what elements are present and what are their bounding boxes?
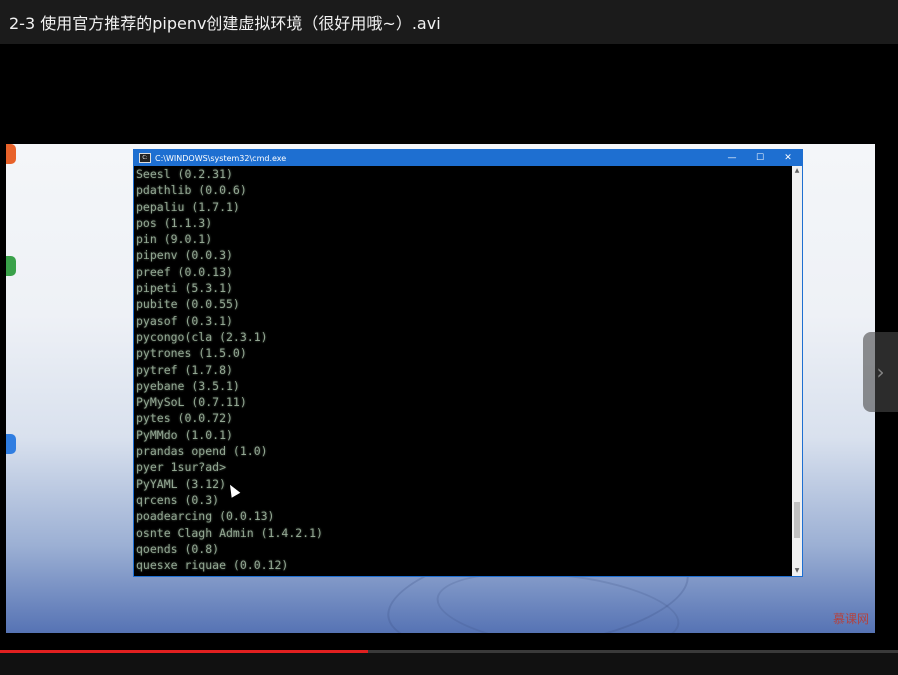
video-frame: C: C:\WINDOWS\system32\cmd.exe — ☐ ✕ See… — [6, 144, 875, 633]
cmd-line: Seesl (0.2.31) — [136, 167, 233, 181]
cmd-line: pyasof (0.3.1) — [136, 313, 233, 328]
video-player[interactable]: C: C:\WINDOWS\system32\cmd.exe — ☐ ✕ See… — [0, 44, 898, 652]
desktop-app-icon — [6, 144, 16, 164]
minimize-button[interactable]: — — [718, 150, 746, 166]
cmd-line: pipenv (0.0.3) — [136, 248, 233, 263]
watermark: 慕课网 — [832, 612, 869, 626]
terminal-icon: C: — [139, 153, 151, 163]
close-button[interactable]: ✕ — [774, 150, 802, 166]
cmd-line: qoends (0.8) — [136, 541, 220, 556]
cmd-window[interactable]: C: C:\WINDOWS\system32\cmd.exe — ☐ ✕ See… — [133, 149, 803, 577]
cmd-title-bar[interactable]: C: C:\WINDOWS\system32\cmd.exe — ☐ ✕ — [134, 150, 802, 166]
cmd-line: pycongo(cla (2.3.1) — [136, 329, 268, 344]
desktop-app-icon — [6, 256, 16, 276]
cmd-scrollbar[interactable]: ▲ ▼ — [792, 166, 802, 576]
cmd-line: pyebane (3.5.1) — [136, 378, 240, 393]
cmd-line: poadearcing (0.0.13) — [136, 509, 275, 524]
chevron-right-icon: › — [876, 360, 885, 384]
scroll-down-icon[interactable]: ▼ — [792, 566, 802, 576]
video-title-bar: 2-3 使用官方推荐的pipenv创建虚拟环境（很好用哦~）.avi — [0, 0, 898, 44]
cmd-line: pipeti (5.3.1) — [136, 281, 233, 296]
cmd-line: pytes (0.0.72) — [136, 411, 233, 426]
cmd-line: pos (1.1.3) — [136, 215, 213, 230]
video-title: 2-3 使用官方推荐的pipenv创建虚拟环境（很好用哦~）.avi — [9, 14, 441, 33]
cmd-line: osnte Clagh Admin (1.4.2.1) — [136, 525, 323, 540]
window-controls: — ☐ ✕ — [718, 150, 802, 166]
cmd-line: preef (0.0.13) — [136, 264, 233, 279]
cmd-title: C:\WINDOWS\system32\cmd.exe — [155, 153, 287, 163]
desktop-app-icon — [6, 434, 16, 454]
next-video-button[interactable]: › — [863, 332, 898, 412]
maximize-button[interactable]: ☐ — [746, 150, 774, 166]
cmd-line: pin (9.0.1) — [136, 232, 213, 247]
cmd-line: quesxe riquae (0.0.12) — [136, 558, 289, 573]
cmd-line: prandas opend (1.0) — [136, 444, 268, 459]
cmd-line: pepaliu (1.7.1) — [136, 199, 240, 214]
cmd-line: PyMMdo (1.0.1) — [136, 427, 233, 442]
player-control-bar — [0, 653, 898, 675]
cmd-line: pdathlib (0.0.6) — [136, 183, 247, 198]
cmd-line: pytrones (1.5.0) — [136, 346, 247, 361]
cmd-line: pubite (0.0.55) — [136, 297, 240, 312]
scroll-thumb[interactable] — [794, 502, 800, 538]
cmd-line: pytref (1.7.8) — [136, 362, 233, 377]
scroll-up-icon[interactable]: ▲ — [792, 166, 802, 176]
cmd-line: pyer 1sur?ad> — [136, 460, 227, 475]
cmd-line: PyMySoL (0.7.11) — [136, 395, 247, 410]
cmd-output: Seesl (0.2.31) pdathlib (0.0.6) pepaliu (1… — [134, 166, 792, 576]
